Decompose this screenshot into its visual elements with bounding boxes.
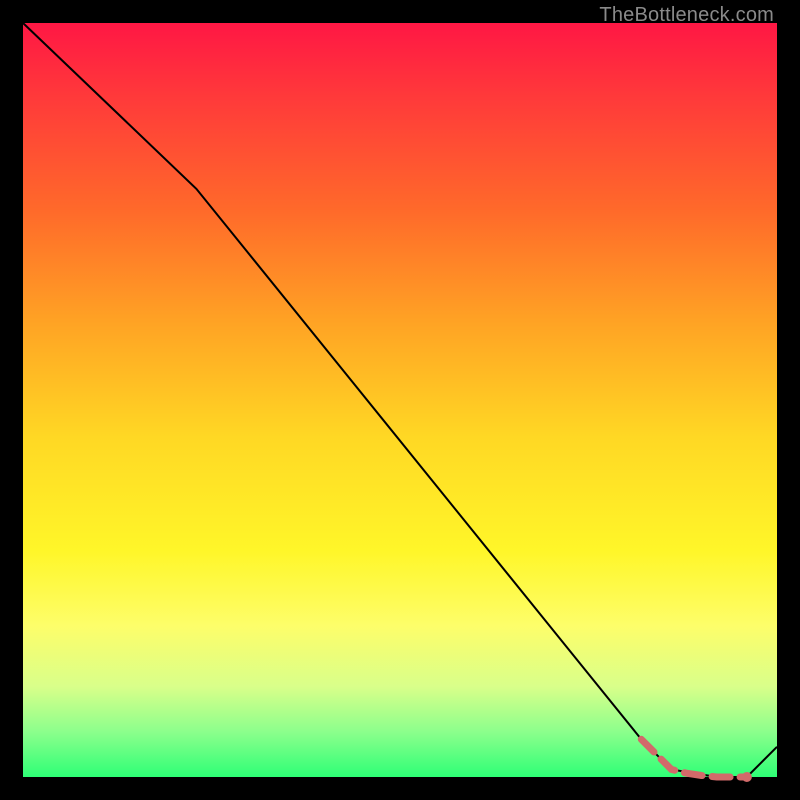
chart-frame: TheBottleneck.com [0,0,800,800]
plot-area [23,23,777,777]
highlight-segment [641,739,747,777]
main-curve [23,23,777,777]
highlight-end-dot [742,772,752,782]
chart-overlay [23,23,777,777]
